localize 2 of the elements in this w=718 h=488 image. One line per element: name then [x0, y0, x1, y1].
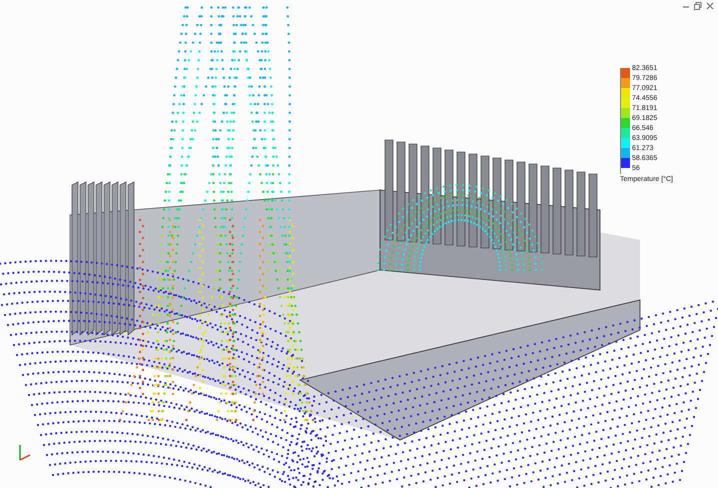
restore-icon[interactable] [694, 2, 702, 10]
close-icon[interactable] [706, 2, 714, 10]
